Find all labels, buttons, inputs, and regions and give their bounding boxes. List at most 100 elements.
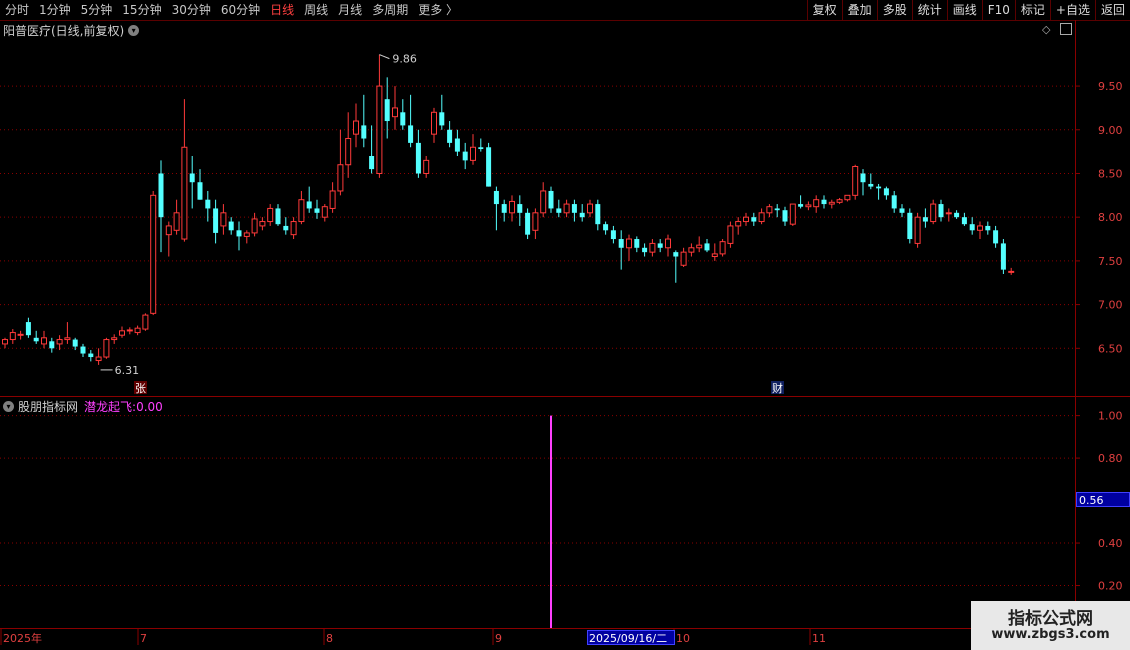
- candle: [954, 210, 960, 219]
- candle-body: [938, 204, 944, 218]
- candle: [696, 236, 703, 253]
- candle-body: [462, 151, 468, 161]
- candle-body: [836, 199, 843, 203]
- candle: [64, 322, 71, 344]
- candle-body: [158, 173, 164, 218]
- candle-body: [540, 190, 547, 214]
- indicator-value: 0.00: [136, 399, 163, 414]
- candle: [134, 325, 141, 336]
- price-tick-label: 9.00: [1098, 124, 1123, 137]
- candle: [205, 190, 211, 222]
- candle: [758, 208, 765, 225]
- date-label: 10: [676, 632, 690, 645]
- candle-body: [860, 173, 866, 183]
- candle: [447, 121, 453, 148]
- candle: [930, 199, 937, 225]
- candle: [868, 173, 874, 190]
- candle-body: [517, 204, 523, 213]
- high-arrow: [379, 54, 390, 60]
- candle-body: [579, 212, 585, 218]
- indicator-name: 潜龙起飞: [84, 400, 133, 414]
- candle: [665, 234, 671, 257]
- price-tick-label: 7.00: [1098, 299, 1123, 312]
- candle-body: [493, 190, 499, 205]
- candle-body: [345, 138, 352, 166]
- candle: [95, 348, 102, 365]
- cursor-value: 0.56: [1079, 494, 1104, 507]
- price-tick-label: 8.00: [1098, 211, 1123, 224]
- candle: [813, 195, 820, 213]
- candle-body: [548, 190, 554, 209]
- candle-body: [751, 217, 757, 222]
- candle: [711, 243, 718, 261]
- candle: [298, 190, 305, 225]
- candle: [228, 217, 234, 235]
- candle-body: [103, 339, 110, 358]
- indicator-legend: ▾ 股朋指标网 潜龙起飞 : 0.00: [3, 398, 163, 415]
- candle-body: [88, 353, 94, 358]
- indicator-tick-label: 1.00: [1098, 410, 1123, 423]
- indicator-source: 股朋指标网: [18, 400, 79, 414]
- candle-body: [275, 208, 281, 225]
- candle-body: [431, 111, 437, 135]
- candle: [103, 337, 110, 359]
- candle: [236, 221, 242, 251]
- candle: [353, 103, 359, 148]
- candle-body: [883, 188, 889, 196]
- candle: [782, 206, 788, 226]
- date-label: 2025年: [3, 631, 42, 645]
- candle-body: [173, 212, 180, 231]
- candle: [361, 94, 367, 148]
- indicator-tick-label: 0.80: [1098, 452, 1123, 465]
- candle: [408, 94, 414, 148]
- candle-body: [80, 346, 86, 354]
- candle-body: [766, 206, 773, 214]
- candle: [158, 160, 164, 253]
- candle-body: [181, 146, 188, 240]
- kline-chart[interactable]: 9.50 9.00 8.50 8.00 7.50 7.00 6.50 9.86 6.31 张 财 1.…: [0, 0, 1130, 650]
- candle-body: [844, 194, 851, 201]
- candle-body: [587, 203, 593, 214]
- candle: [704, 239, 710, 253]
- candle: [891, 190, 897, 213]
- candle: [400, 99, 406, 130]
- candle-body: [72, 339, 78, 347]
- badge-zhang-label: 张: [135, 382, 146, 395]
- candle: [267, 204, 274, 226]
- candle: [509, 195, 515, 222]
- candle-body: [126, 329, 133, 332]
- candle-body: [314, 208, 320, 213]
- chevron-down-icon[interactable]: ▾: [3, 401, 14, 412]
- candle: [680, 247, 687, 268]
- candle: [571, 199, 577, 222]
- candle-body: [470, 146, 476, 161]
- watermark-title: 指标公式网: [1008, 609, 1093, 629]
- candle: [883, 186, 889, 200]
- date-label: 8: [326, 632, 333, 645]
- candle: [501, 199, 507, 222]
- candle: [283, 217, 289, 235]
- candle: [563, 199, 570, 218]
- candle-body: [56, 339, 63, 345]
- candle: [657, 239, 663, 253]
- candle-body: [711, 253, 718, 258]
- candle-body: [509, 200, 515, 214]
- candle: [454, 129, 460, 156]
- candle: [189, 156, 195, 209]
- candle: [993, 225, 999, 248]
- candle-body: [111, 337, 118, 341]
- candle-body: [922, 217, 928, 222]
- candle-body: [205, 199, 211, 209]
- candle: [938, 199, 944, 222]
- candle-body: [501, 204, 507, 213]
- candle-body: [189, 173, 195, 183]
- badge-cai-label: 财: [772, 381, 783, 395]
- candle: [595, 199, 601, 231]
- candle-body: [993, 230, 999, 244]
- candle-body: [298, 199, 305, 223]
- candle-body: [642, 247, 648, 253]
- candle: [25, 317, 31, 338]
- candle: [181, 99, 188, 242]
- candle: [431, 107, 437, 143]
- candle: [603, 221, 609, 235]
